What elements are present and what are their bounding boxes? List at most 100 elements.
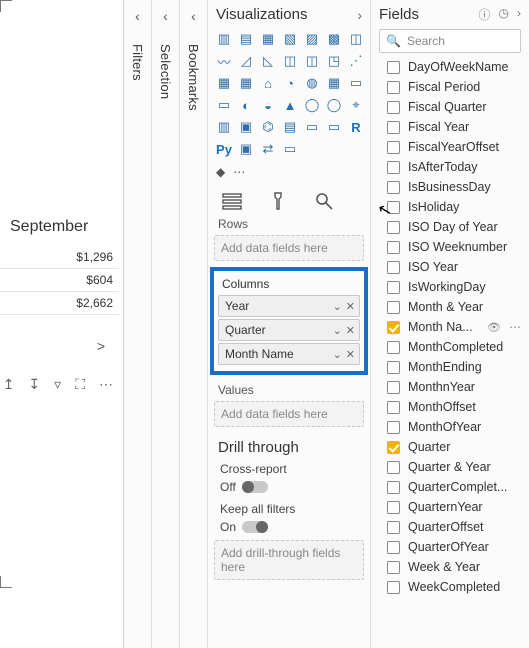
viz-type-key-influencers[interactable]: ▣ <box>236 117 256 137</box>
drill-down-icon[interactable]: ↧ <box>28 376 40 393</box>
viz-type-stacked-bar[interactable]: ▥ <box>214 29 234 49</box>
viz-type-treemap[interactable]: ▦ <box>324 73 344 93</box>
field-item[interactable]: Week & Year <box>371 557 529 577</box>
expand-pane-icon[interactable]: › <box>357 7 362 23</box>
viz-type-100-stacked-bar[interactable]: ▨ <box>302 29 322 49</box>
field-item[interactable]: ISO Day of Year <box>371 217 529 237</box>
field-checkbox[interactable] <box>387 381 400 394</box>
field-checkbox[interactable] <box>387 581 400 594</box>
viz-type-python-visual[interactable]: Py <box>214 139 234 159</box>
field-checkbox[interactable] <box>387 201 400 214</box>
field-item[interactable]: MonthnYear <box>371 377 529 397</box>
field-item[interactable]: QuarterOffset <box>371 517 529 537</box>
field-item[interactable]: DayOfWeekName <box>371 57 529 77</box>
viz-type-line[interactable]: 〰 <box>214 51 234 71</box>
viz-type-line-stacked-column[interactable]: ◫ <box>280 51 300 71</box>
field-item[interactable]: Fiscal Quarter <box>371 97 529 117</box>
viz-type-r-visual[interactable]: R <box>346 117 366 137</box>
field-checkbox[interactable] <box>387 421 400 434</box>
viz-type-power-automate[interactable]: ⇄ <box>258 139 278 159</box>
visibility-icon[interactable]: 👁 <box>487 321 501 334</box>
column-field-quarter[interactable]: Quarter ⌄✕ <box>218 319 360 341</box>
field-checkbox[interactable] <box>387 141 400 154</box>
field-checkbox[interactable] <box>387 541 400 554</box>
field-item[interactable]: WeekCompleted <box>371 577 529 597</box>
viz-type-map[interactable]: ▲ <box>280 95 300 115</box>
viz-type-ribbon[interactable]: ◫ <box>346 29 366 49</box>
field-checkbox[interactable] <box>387 301 400 314</box>
keep-filters-toggle[interactable] <box>242 521 268 533</box>
field-item[interactable]: QuarternYear <box>371 497 529 517</box>
viz-type-table-viz[interactable]: ▦ <box>214 73 234 93</box>
analytics-tab-icon[interactable] <box>310 189 338 213</box>
field-checkbox[interactable] <box>387 281 400 294</box>
viz-type-smart-narrative[interactable]: ▭ <box>302 117 322 137</box>
viz-type-100-stacked-column[interactable]: ▩ <box>324 29 344 49</box>
viz-type-slicer[interactable]: ▥ <box>214 117 234 137</box>
field-checkbox[interactable] <box>387 261 400 274</box>
viz-type-clustered-column[interactable]: ▧ <box>280 29 300 49</box>
viz-type-line-clustered-column[interactable]: ◫ <box>302 51 322 71</box>
field-item[interactable]: Month & Year <box>371 297 529 317</box>
viz-type-decomposition-tree[interactable]: ⌬ <box>258 117 278 137</box>
field-checkbox[interactable] <box>387 481 400 494</box>
column-field-month-name[interactable]: Month Name ⌄✕ <box>218 343 360 365</box>
rows-well[interactable]: Add data fields here <box>214 235 364 261</box>
field-item[interactable]: Quarter <box>371 437 529 457</box>
field-item[interactable]: IsWorkingDay <box>371 277 529 297</box>
info-icon[interactable]: ⓘ <box>479 6 491 23</box>
bookmarks-pane-collapsed[interactable]: ‹ Bookmarks <box>180 0 208 648</box>
viz-type-shape-map[interactable]: ◯ <box>324 95 344 115</box>
viz-type-area[interactable]: ◿ <box>236 51 256 71</box>
field-item[interactable]: IsHoliday <box>371 197 529 217</box>
field-item[interactable]: Month Na...👁⋯ <box>371 317 529 337</box>
field-item[interactable]: Fiscal Period <box>371 77 529 97</box>
more-options-icon[interactable]: ⋯ <box>99 376 113 393</box>
field-checkbox[interactable] <box>387 321 400 334</box>
remove-field-icon[interactable]: ✕ <box>346 324 355 337</box>
get-more-visuals-icon[interactable]: ◆ <box>216 165 225 179</box>
viz-type-waterfall[interactable]: ◳ <box>324 51 344 71</box>
field-checkbox[interactable] <box>387 341 400 354</box>
field-item[interactable]: FiscalYearOffset <box>371 137 529 157</box>
viz-type-donut[interactable]: ◍ <box>302 73 322 93</box>
viz-type-clustered-bar[interactable]: ▦ <box>258 29 278 49</box>
drill-up-icon[interactable]: ↥ <box>3 376 15 393</box>
report-canvas[interactable]: September 4$1,296 0$604 7$2,662 > ↥ ↧ ▿ … <box>0 0 124 648</box>
chevron-down-icon[interactable]: ⌄ <box>333 300 342 313</box>
viz-type-paginated[interactable]: ▭ <box>324 117 344 137</box>
field-checkbox[interactable] <box>387 401 400 414</box>
field-item[interactable]: QuarterOfYear <box>371 537 529 557</box>
field-checkbox[interactable] <box>387 221 400 234</box>
field-item[interactable]: IsBusinessDay <box>371 177 529 197</box>
field-item[interactable]: Quarter & Year <box>371 457 529 477</box>
field-item[interactable]: MonthCompleted <box>371 337 529 357</box>
viz-type-stacked-column[interactable]: ▤ <box>236 29 256 49</box>
field-item[interactable]: MonthOfYear <box>371 417 529 437</box>
field-checkbox[interactable] <box>387 181 400 194</box>
viz-type-stacked-area[interactable]: ◺ <box>258 51 278 71</box>
field-item[interactable]: ISO Weeknumber <box>371 237 529 257</box>
field-item[interactable]: Fiscal Year <box>371 117 529 137</box>
field-checkbox[interactable] <box>387 161 400 174</box>
viz-type-card[interactable]: ▭ <box>346 73 366 93</box>
field-item[interactable]: QuarterComplet... <box>371 477 529 497</box>
drill-through-well[interactable]: Add drill-through fields here <box>214 540 364 580</box>
viz-type-filled-map[interactable]: ◯ <box>302 95 322 115</box>
field-more-icon[interactable]: ⋯ <box>509 320 521 334</box>
values-well[interactable]: Add data fields here <box>214 401 364 427</box>
viz-type-azure-map[interactable]: ⌖ <box>346 95 366 115</box>
field-checkbox[interactable] <box>387 81 400 94</box>
viz-type-gauge[interactable]: ◐ <box>236 95 256 115</box>
viz-type-kpi[interactable]: ◒ <box>258 95 278 115</box>
viz-type-qna[interactable]: ▤ <box>280 117 300 137</box>
field-checkbox[interactable] <box>387 461 400 474</box>
selection-pane-collapsed[interactable]: ‹ Selection <box>152 0 180 648</box>
field-item[interactable]: MonthEnding <box>371 357 529 377</box>
viz-type-custom-visual[interactable]: ▭ <box>280 139 300 159</box>
field-checkbox[interactable] <box>387 61 400 74</box>
viz-type-powerapps[interactable]: ▣ <box>236 139 256 159</box>
viz-type-matrix[interactable]: ▦ <box>236 73 256 93</box>
remove-field-icon[interactable]: ✕ <box>346 300 355 313</box>
chevron-down-icon[interactable]: ⌄ <box>333 324 342 337</box>
